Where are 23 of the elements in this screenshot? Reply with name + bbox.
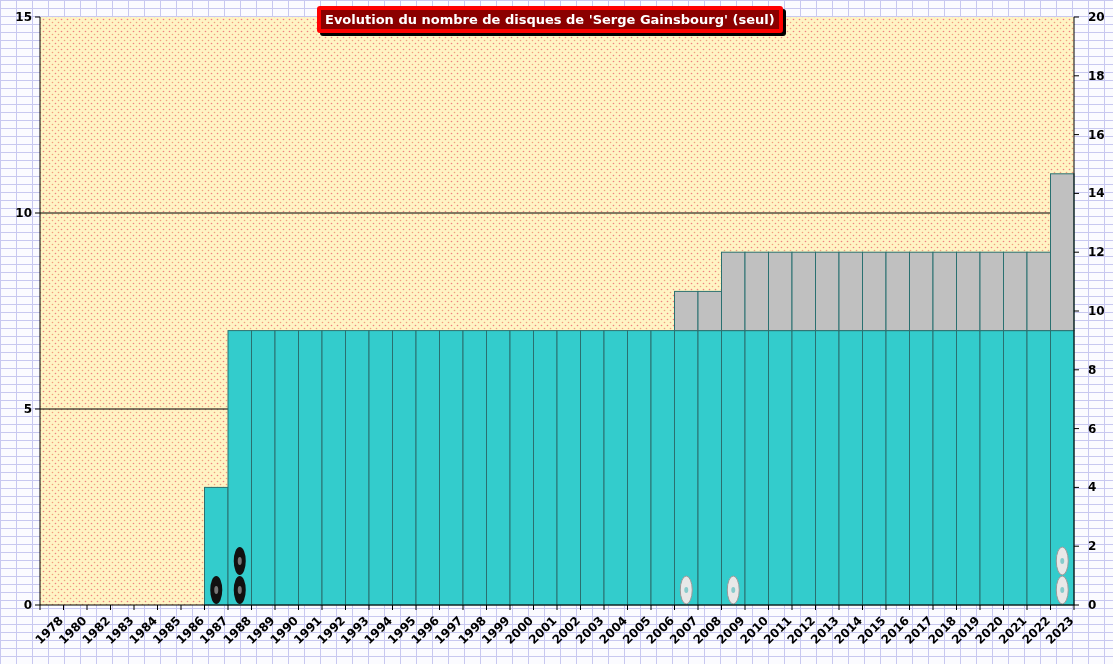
axis-label: 0: [23, 598, 32, 612]
axis-label: 5: [23, 402, 32, 416]
axis-label: 16: [1088, 127, 1105, 142]
axis-label: 15: [15, 10, 32, 24]
cd-disc-icon: [679, 575, 693, 605]
axis-label: 12: [1088, 245, 1105, 260]
axis-label: 20: [1088, 10, 1105, 24]
axis-label: 10: [15, 206, 32, 220]
axis-label: 8: [1088, 362, 1097, 377]
axis-label: 0: [1088, 598, 1097, 612]
axis-label: 2: [1088, 539, 1097, 554]
cd-disc-icon: [726, 575, 740, 605]
cd-disc-icon: [1055, 575, 1069, 605]
axis-label: 18: [1088, 68, 1105, 83]
chart-title: Evolution du nombre de disques de 'Serge Gainsbourg' (seul): [317, 6, 783, 33]
axis-label: 10: [1088, 304, 1105, 318]
axis-label: 4: [1088, 480, 1097, 495]
axis-label: 14: [1088, 186, 1105, 201]
vinyl-disc-icon: [233, 547, 246, 575]
vinyl-disc-icon: [210, 576, 223, 604]
vinyl-disc-icon: [233, 576, 246, 604]
cd-disc-icon: [1055, 546, 1069, 576]
axis-label: 6: [1088, 421, 1097, 436]
